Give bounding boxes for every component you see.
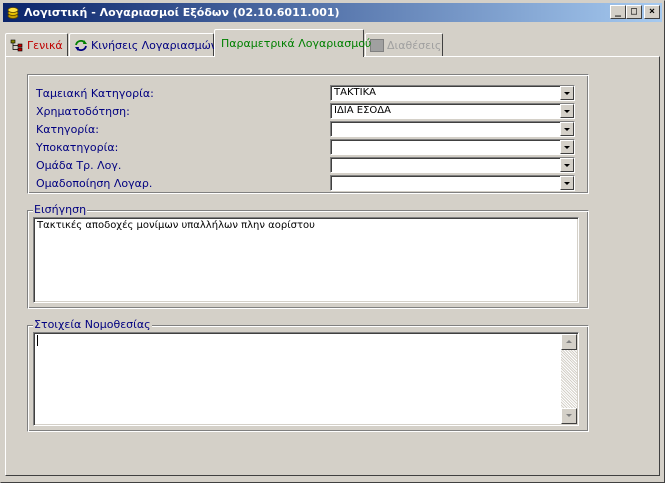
app-window: Λογιστική - Λογαριασμοί Εξόδων (02.10.60…: [0, 0, 665, 483]
proposal-group: Εισήγηση Τακτικές αποδοχές μονίμων υπαλλ…: [27, 203, 589, 309]
subcategory-combo[interactable]: [330, 139, 575, 155]
proposal-group-label: Εισήγηση: [33, 203, 88, 216]
account-group-combo[interactable]: [330, 157, 575, 173]
funding-combo[interactable]: ΙΔΙΑ ΕΣΟΔΑ: [330, 103, 575, 119]
maximize-button[interactable]: □: [626, 5, 642, 19]
field-row-subcategory: Υποκατηγορία:: [36, 139, 575, 155]
parameters-group: Ταμειακή Κατηγορία: ΤΑΚΤΙΚΑ Χρηματοδότησ…: [27, 74, 589, 194]
proposal-textarea[interactable]: Τακτικές αποδοχές μονίμων υπαλλήλων πλην…: [33, 217, 579, 303]
tab-allocations-label: Διαθέσεις: [387, 38, 442, 52]
chevron-down-icon[interactable]: [560, 140, 574, 154]
chevron-down-icon[interactable]: [560, 122, 574, 136]
chevron-down-icon[interactable]: [560, 176, 574, 190]
scroll-down-icon[interactable]: [561, 408, 577, 424]
close-button[interactable]: ×: [644, 5, 660, 19]
coins-icon: [6, 6, 20, 20]
tab-general-label: Γενικά: [27, 38, 63, 52]
chevron-down-icon[interactable]: [560, 158, 574, 172]
subcategory-label: Υποκατηγορία:: [36, 140, 119, 154]
tab-allocations: Διαθέσεις: [365, 33, 443, 56]
vertical-scrollbar[interactable]: [561, 334, 577, 424]
tab-account-movements-label: Κινήσεις Λογαριασμών: [91, 38, 217, 52]
funding-label: Χρηματοδότηση:: [36, 104, 130, 118]
tab-general[interactable]: Γενικά: [5, 33, 68, 56]
field-row-account-group: Ομάδα Τρ. Λογ.: [36, 157, 575, 173]
gray-square-icon: [370, 38, 384, 52]
tab-account-movements[interactable]: Κινήσεις Λογαριασμών: [69, 33, 217, 56]
title-bar[interactable]: Λογιστική - Λογαριασμοί Εξόδων (02.10.60…: [3, 3, 662, 22]
refresh-icon: [74, 39, 88, 52]
minimize-button[interactable]: _: [610, 5, 626, 19]
cash-category-label: Ταμειακή Κατηγορία:: [36, 86, 154, 100]
legislation-textarea[interactable]: [33, 332, 579, 426]
legislation-group: Στοιχεία Νομοθεσίας: [27, 318, 589, 432]
category-combo[interactable]: [330, 121, 575, 137]
tab-account-parameters[interactable]: Παραμετρικά Λογαριασμού: [214, 29, 371, 57]
legislation-group-label: Στοιχεία Νομοθεσίας: [33, 318, 152, 331]
field-row-funding: Χρηματοδότηση: ΙΔΙΑ ΕΣΟΔΑ: [36, 103, 575, 119]
proposal-text: Τακτικές αποδοχές μονίμων υπαλλήλων πλην…: [37, 220, 315, 231]
tree-icon: [10, 39, 24, 52]
category-label: Κατηγορία:: [36, 122, 99, 136]
chevron-down-icon[interactable]: [560, 86, 574, 100]
account-group-label: Ομάδα Τρ. Λογ.: [36, 158, 122, 172]
window-title: Λογιστική - Λογαριασμοί Εξόδων (02.10.60…: [24, 6, 340, 19]
cash-category-combo[interactable]: ΤΑΚΤΙΚΑ: [330, 85, 575, 101]
scroll-up-icon[interactable]: [561, 334, 577, 350]
field-row-cash-category: Ταμειακή Κατηγορία: ΤΑΚΤΙΚΑ: [36, 85, 575, 101]
chevron-down-icon[interactable]: [560, 104, 574, 118]
tab-account-parameters-label: Παραμετρικά Λογαριασμού: [221, 37, 372, 50]
field-row-account-grouping: Ομαδοποίηση Λογαρ.: [36, 175, 575, 191]
account-grouping-combo[interactable]: [330, 175, 575, 191]
tab-panel: Ταμειακή Κατηγορία: ΤΑΚΤΙΚΑ Χρηματοδότησ…: [5, 56, 660, 476]
funding-value: ΙΔΙΑ ΕΣΟΔΑ: [334, 105, 391, 116]
text-cursor: [37, 335, 38, 346]
cash-category-value: ΤΑΚΤΙΚΑ: [334, 87, 376, 98]
field-row-category: Κατηγορία:: [36, 121, 575, 137]
account-grouping-label: Ομαδοποίηση Λογαρ.: [36, 176, 153, 190]
